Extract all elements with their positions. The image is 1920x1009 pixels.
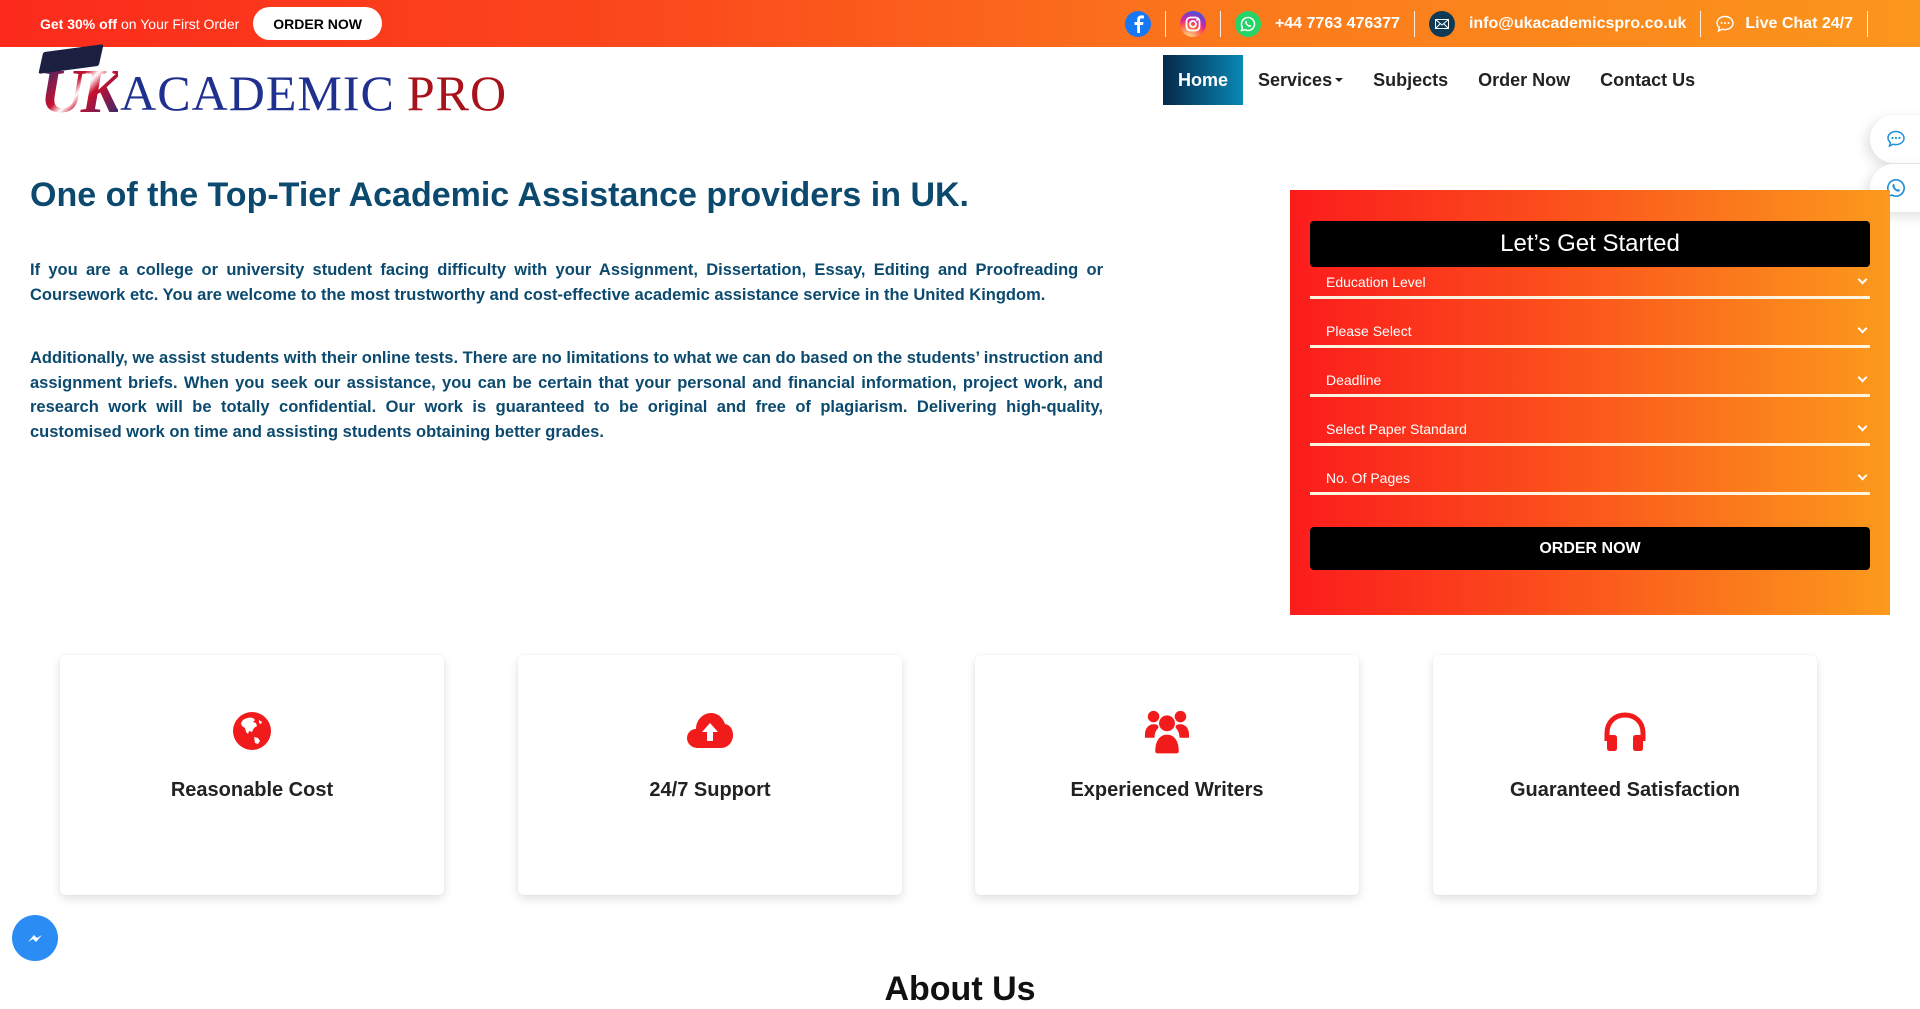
hero-title: One of the Top-Tier Academic Assistance …	[30, 176, 970, 214]
globe-icon	[228, 707, 276, 755]
select-value: Education Level	[1326, 273, 1426, 290]
nav-contact-us[interactable]: Contact Us	[1585, 55, 1710, 105]
paper-standard-select[interactable]: Select Paper Standard	[1310, 414, 1870, 446]
main-nav: Home Services Subjects Order Now Contact…	[1163, 55, 1710, 105]
chat-bubble-icon	[1886, 130, 1906, 148]
phone-number[interactable]: +44 7763 476377	[1275, 15, 1400, 33]
mail-icon	[1428, 10, 1455, 37]
hero-paragraph-2: Additionally, we assist students with th…	[30, 349, 1103, 441]
logo-pro: PRO	[406, 65, 508, 121]
nav-home[interactable]: Home	[1163, 55, 1244, 105]
headphones-icon	[1601, 707, 1649, 755]
chevron-down-icon	[1857, 470, 1868, 481]
select-value: Deadline	[1326, 371, 1382, 388]
feature-label: 24/7 Support	[649, 779, 771, 801]
messenger-icon	[22, 925, 48, 951]
feature-card: Guaranteed Satisfaction	[1433, 655, 1817, 895]
chevron-down-icon	[1857, 372, 1868, 383]
divider	[1413, 10, 1415, 37]
chevron-down-icon	[1857, 323, 1868, 334]
logo-academic: ACADEMIC	[120, 65, 395, 121]
floating-chat-button[interactable]	[1870, 115, 1920, 163]
about-us-heading: About Us	[884, 970, 1036, 1008]
whatsapp-icon[interactable]	[1234, 10, 1261, 37]
divider	[1700, 10, 1702, 37]
order-form-panel: Let’s Get Started Education Level Please…	[1290, 190, 1890, 615]
hero-paragraph-1: If you are a college or university stude…	[30, 261, 1103, 304]
promo-highlight: Get 30% off	[40, 15, 118, 32]
chevron-down-icon	[1857, 274, 1868, 285]
nav-order-now[interactable]: Order Now	[1463, 55, 1585, 105]
messenger-chat-button[interactable]	[12, 915, 58, 961]
promo-text: on Your First Order	[121, 15, 240, 32]
select-value: Select Paper Standard	[1326, 420, 1467, 437]
nav-services-label: Services	[1258, 69, 1333, 90]
email-address[interactable]: info@ukacademicspro.co.uk	[1469, 15, 1686, 33]
pages-select[interactable]: No. Of Pages	[1310, 463, 1870, 495]
feature-label: Experienced Writers	[1070, 779, 1264, 801]
deadline-select[interactable]: Deadline	[1310, 365, 1870, 397]
chat-bubble-icon	[1715, 15, 1735, 33]
select-value: No. Of Pages	[1326, 469, 1411, 486]
facebook-icon[interactable]	[1124, 10, 1151, 37]
instagram-icon[interactable]	[1179, 10, 1206, 37]
divider	[1219, 10, 1221, 37]
cloud-upload-icon	[686, 707, 734, 755]
promo-banner: Get 30% off on Your First Order ORDER NO…	[40, 0, 382, 47]
feature-label: Reasonable Cost	[170, 779, 334, 801]
nav-services[interactable]: Services	[1243, 55, 1358, 105]
feature-label: Guaranteed Satisfaction	[1509, 779, 1741, 801]
form-order-now-button[interactable]: ORDER NOW	[1310, 527, 1870, 570]
education-level-select[interactable]: Education Level	[1310, 267, 1870, 299]
chevron-down-icon	[1857, 421, 1868, 432]
live-chat-link[interactable]: Live Chat 24/7	[1745, 15, 1853, 33]
nav-subjects[interactable]: Subjects	[1358, 55, 1463, 105]
feature-card: Experienced Writers	[975, 655, 1359, 895]
site-logo[interactable]: UK ACADEMIC PRO	[38, 44, 506, 123]
select-value: Please Select	[1326, 322, 1412, 339]
promo-top-bar: Get 30% off on Your First Order ORDER NO…	[0, 0, 1920, 47]
caret-down-icon	[1335, 78, 1344, 82]
feature-card: 24/7 Support	[518, 655, 902, 895]
paper-type-select[interactable]: Please Select	[1310, 316, 1870, 348]
promo-order-now-button[interactable]: ORDER NOW	[253, 7, 382, 40]
feature-card: Reasonable Cost	[60, 655, 444, 895]
divider	[1164, 10, 1166, 37]
form-heading: Let’s Get Started	[1310, 221, 1870, 267]
divider	[1867, 10, 1868, 37]
contact-bar: +44 7763 476377 info@ukacademicspro.co.u…	[1124, 0, 1882, 47]
users-icon	[1143, 707, 1191, 755]
